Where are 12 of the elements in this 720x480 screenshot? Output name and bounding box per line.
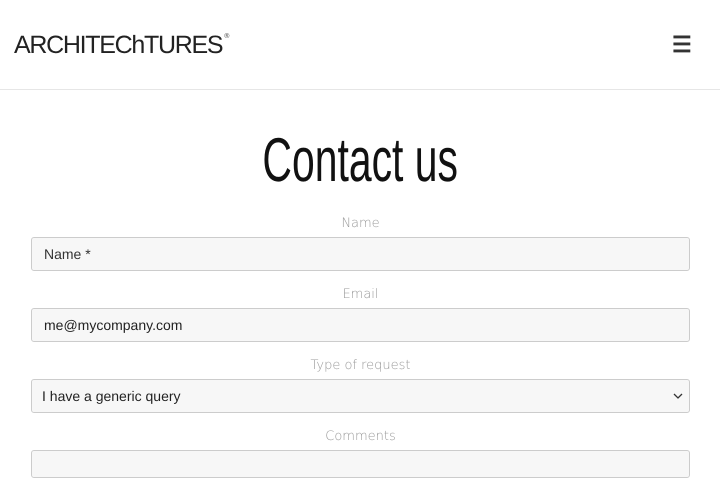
comments-field[interactable] — [31, 450, 690, 478]
text-field[interactable]: Name * — [31, 237, 690, 271]
field-label: Comments — [324, 429, 397, 444]
page-title: Contact us — [261, 126, 459, 196]
field-label: Email — [341, 287, 380, 302]
chevron-down-icon — [673, 393, 683, 399]
text-field[interactable]: me@mycompany.com — [31, 308, 690, 342]
field-label: Name — [340, 216, 381, 231]
field-label: Type of request — [309, 358, 412, 373]
logo[interactable]: ARCHITEChTURES — [14, 30, 222, 60]
request-type-select[interactable]: I have a generic query — [31, 379, 690, 413]
menu-button[interactable]: ☰ — [672, 34, 692, 56]
